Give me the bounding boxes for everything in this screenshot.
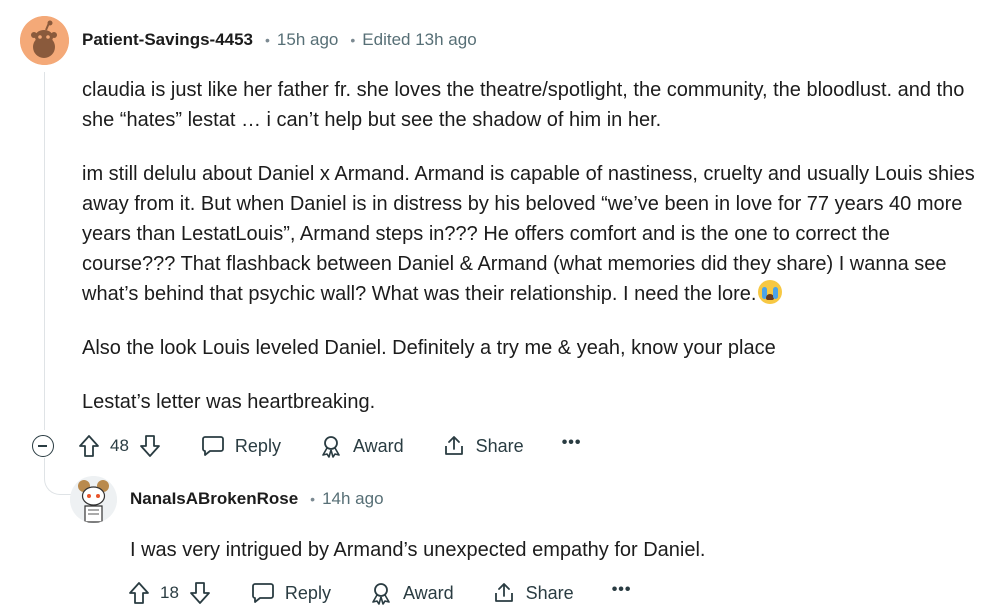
reply-button[interactable]: Reply bbox=[201, 435, 281, 457]
paragraph-text: Also the look Louis leveled Daniel. Defi… bbox=[82, 337, 776, 359]
share-button[interactable]: Share bbox=[442, 434, 524, 458]
avatar[interactable] bbox=[20, 16, 69, 65]
upvote-icon[interactable] bbox=[128, 581, 150, 605]
award-label: Award bbox=[352, 435, 404, 456]
paragraph-text: Lestat’s letter was heartbreaking. bbox=[82, 391, 376, 413]
more-options-icon[interactable]: ••• bbox=[612, 581, 632, 599]
reply-meta: NanaIsABrokenRose • 14h ago bbox=[130, 489, 384, 509]
timestamp[interactable]: 15h ago bbox=[277, 30, 338, 50]
comment-paragraph: Also the look Louis leveled Daniel. Defi… bbox=[82, 333, 972, 363]
reply-label: Reply bbox=[234, 435, 281, 456]
reply-button[interactable]: Reply bbox=[251, 582, 331, 604]
downvote-icon[interactable] bbox=[189, 581, 211, 605]
edited-label: Edited 13h ago bbox=[362, 30, 477, 49]
comment-paragraph: claudia is just like her father fr. she … bbox=[82, 75, 972, 135]
upvote-icon[interactable] bbox=[78, 434, 100, 458]
award-button[interactable]: Award bbox=[319, 434, 404, 458]
paragraph-text: claudia is just like her father fr. she … bbox=[82, 79, 965, 131]
more-options-icon[interactable]: ••• bbox=[562, 434, 582, 452]
reply-body: I was very intrigued by Armand’s unexpec… bbox=[130, 535, 970, 565]
comment-bubble-icon bbox=[252, 583, 274, 603]
share-label: Share bbox=[525, 582, 574, 603]
thread-connector bbox=[44, 458, 73, 495]
collapse-thread-icon[interactable] bbox=[32, 435, 54, 457]
separator-dot: • bbox=[310, 491, 316, 507]
separator-dot: • bbox=[350, 32, 356, 48]
comment-meta: Patient-Savings-4453 • 15h ago • Edited … bbox=[82, 30, 477, 50]
award-icon bbox=[372, 583, 390, 605]
thread-line[interactable] bbox=[44, 72, 45, 430]
share-icon bbox=[494, 583, 513, 602]
comment-thread: Patient-Savings-4453 • 15h ago • Edited … bbox=[0, 0, 993, 615]
share-icon bbox=[444, 436, 463, 455]
comment-action-bar: 48 Reply Award Share ••• bbox=[32, 430, 582, 462]
reply-label: Reply bbox=[284, 582, 331, 603]
reply-username[interactable]: NanaIsABrokenRose bbox=[130, 489, 298, 509]
vote-controls: 18 bbox=[128, 581, 211, 605]
vote-count: 48 bbox=[110, 436, 129, 455]
comment-paragraph: Lestat’s letter was heartbreaking. bbox=[82, 387, 972, 417]
comment-paragraph: im still delulu about Daniel x Armand. A… bbox=[82, 159, 982, 309]
comment-bubble-icon bbox=[202, 436, 224, 456]
snoo-avatar-icon bbox=[70, 476, 117, 523]
reply-text: I was very intrigued by Armand’s unexpec… bbox=[130, 539, 706, 561]
award-button[interactable]: Award bbox=[369, 581, 454, 605]
reply-action-bar: 18 Reply Award Share ••• bbox=[128, 577, 632, 609]
paragraph-text: im still delulu about Daniel x Armand. A… bbox=[82, 163, 975, 305]
separator-dot: • bbox=[265, 32, 270, 48]
vote-controls: 48 bbox=[78, 434, 161, 458]
reply-timestamp[interactable]: 14h ago bbox=[322, 489, 383, 509]
username[interactable]: Patient-Savings-4453 bbox=[82, 30, 253, 50]
vote-count: 18 bbox=[160, 583, 179, 602]
award-label: Award bbox=[402, 582, 454, 603]
snoo-avatar-icon bbox=[20, 16, 69, 65]
crying-face-emoji-icon bbox=[758, 280, 783, 304]
share-label: Share bbox=[475, 435, 524, 456]
reply-avatar[interactable] bbox=[70, 476, 117, 523]
share-button[interactable]: Share bbox=[492, 581, 574, 605]
downvote-icon[interactable] bbox=[139, 434, 161, 458]
award-icon bbox=[322, 436, 340, 458]
